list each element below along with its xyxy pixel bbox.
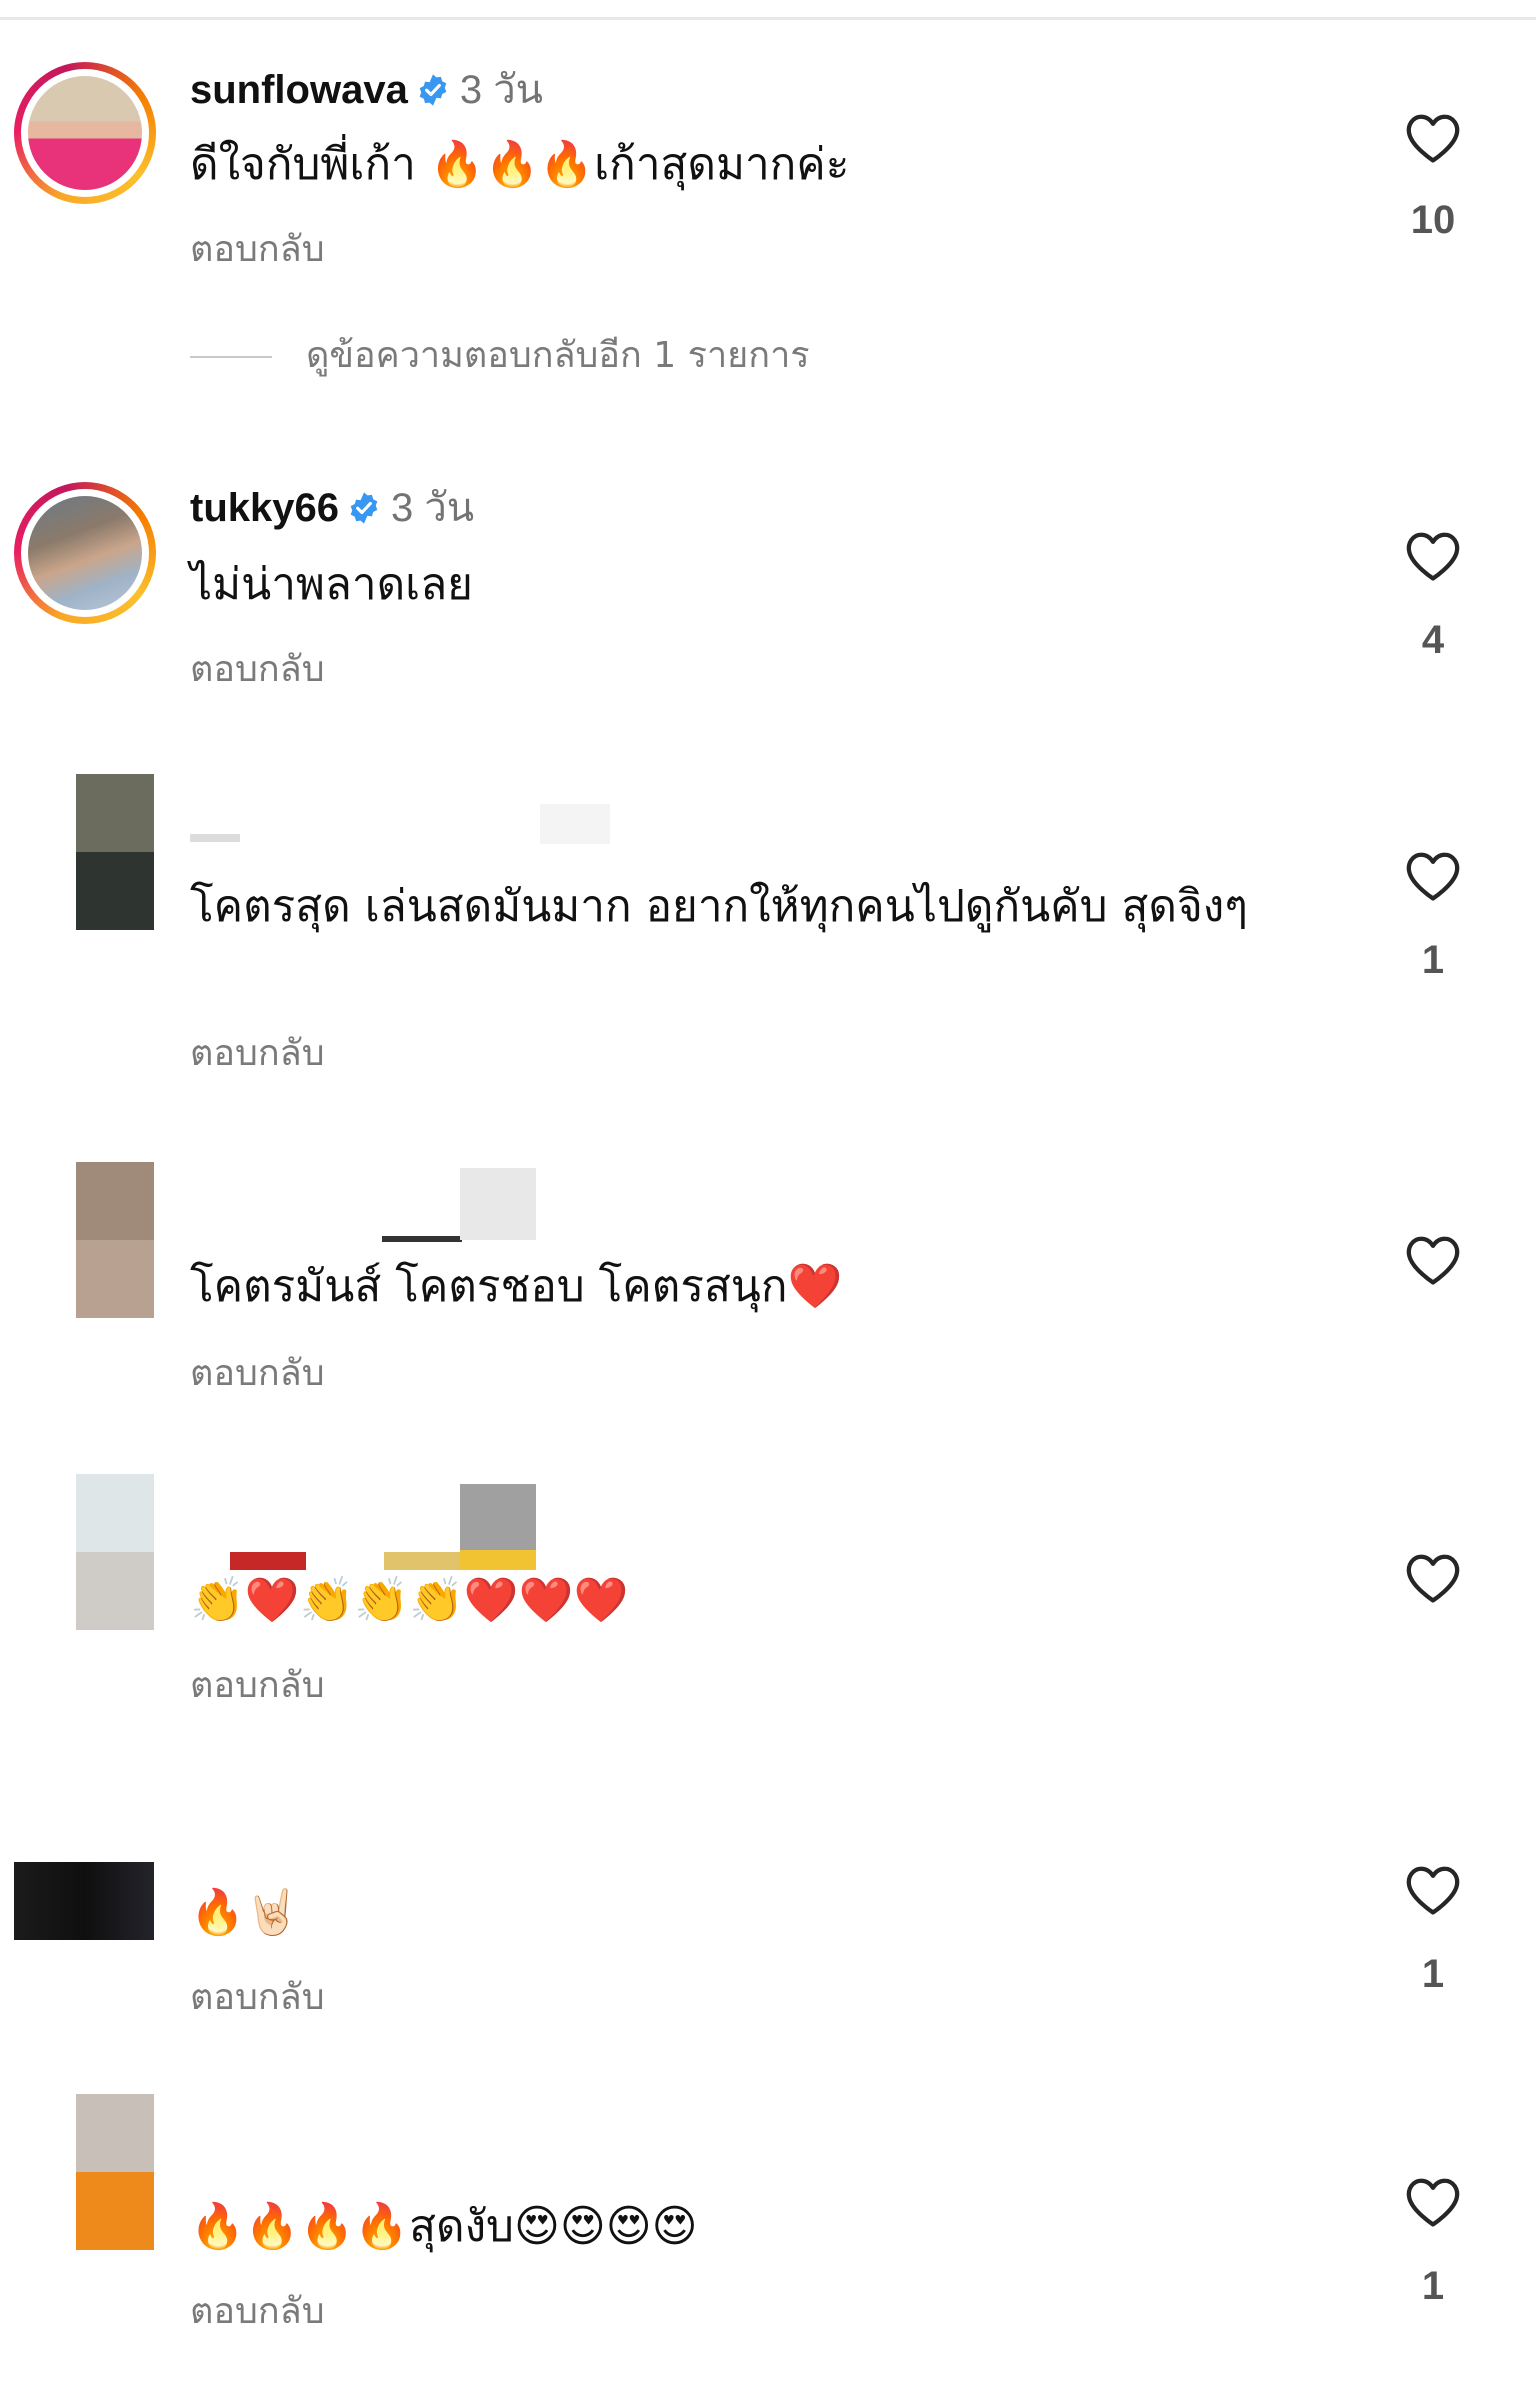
comment-text: 👏❤️👏👏👏❤️❤️❤️ xyxy=(190,1575,629,1626)
redacted-handle xyxy=(190,834,240,842)
reply-button[interactable]: ตอบกลับ xyxy=(190,1976,325,2020)
redacted-handle xyxy=(460,1550,536,1570)
comment-age: 3 วัน xyxy=(459,68,544,112)
reply-button[interactable]: ตอบกลับ xyxy=(190,228,325,272)
like-button[interactable] xyxy=(1398,112,1468,164)
avatar[interactable] xyxy=(14,1784,154,1940)
like-count: 4 xyxy=(1421,618,1445,662)
redacted-handle xyxy=(540,804,610,844)
redacted-handle xyxy=(460,1484,536,1550)
reply-button[interactable]: ตอบกลับ xyxy=(190,1664,325,1708)
like-button[interactable] xyxy=(1398,1234,1468,1286)
like-button[interactable] xyxy=(1398,2176,1468,2228)
top-divider xyxy=(0,17,1536,20)
comment-text: โคตรสุด เล่นสดมันมาก อยากให้ทุกคนไปดูกัน… xyxy=(190,881,1248,932)
comment-text: ไม่น่าพลาดเลย xyxy=(190,559,473,610)
verified-badge-icon xyxy=(419,74,447,106)
redacted-handle xyxy=(460,1168,536,1240)
heart-outline-icon xyxy=(1406,2178,1460,2227)
heart-outline-icon xyxy=(1406,114,1460,163)
comment-text: 🔥🔥🔥🔥สุดงับ😍😍😍😍 xyxy=(190,2201,698,2252)
like-button[interactable] xyxy=(1398,1552,1468,1604)
avatar[interactable] xyxy=(76,1162,154,1318)
like-button[interactable] xyxy=(1398,850,1468,902)
verified-badge-icon xyxy=(350,492,378,524)
reply-button[interactable]: ตอบกลับ xyxy=(190,1352,325,1396)
comment-text: ดีใจกับพี่เก้า 🔥🔥🔥เก้าสุดมากค่ะ xyxy=(190,139,850,190)
like-count: 1 xyxy=(1421,1952,1445,1996)
view-replies-link[interactable]: ดูข้อความตอบกลับอีก 1 รายการ xyxy=(190,334,810,378)
heart-outline-icon xyxy=(1406,1236,1460,1285)
avatar[interactable] xyxy=(76,774,154,930)
reply-button[interactable]: ตอบกลับ xyxy=(190,2290,325,2334)
like-button[interactable] xyxy=(1398,530,1468,582)
redacted-handle xyxy=(382,1236,462,1242)
view-replies-label[interactable]: ดูข้อความตอบกลับอีก 1 รายการ xyxy=(306,335,810,376)
avatar[interactable] xyxy=(14,482,156,624)
reply-button[interactable]: ตอบกลับ xyxy=(190,1032,325,1076)
heart-outline-icon xyxy=(1406,532,1460,581)
replies-divider xyxy=(190,356,272,358)
comment-text: โคตรมันส์ โคตรชอบ โคตรสนุก❤️ xyxy=(190,1261,843,1312)
like-count: 10 xyxy=(1410,198,1456,242)
like-button[interactable] xyxy=(1398,1864,1468,1916)
comment-text: 🔥🤘🏻 xyxy=(190,1887,300,1938)
avatar[interactable] xyxy=(14,62,156,204)
reply-button[interactable]: ตอบกลับ xyxy=(190,648,325,692)
avatar[interactable] xyxy=(76,1474,154,1630)
heart-outline-icon xyxy=(1406,852,1460,901)
author-handle[interactable]: sunflowava xyxy=(190,68,408,112)
like-count: 1 xyxy=(1421,2264,1445,2308)
comment-author[interactable]: tukky66 3 วัน xyxy=(190,484,474,532)
heart-outline-icon xyxy=(1406,1866,1460,1915)
comment-age: 3 วัน xyxy=(390,486,475,530)
heart-outline-icon xyxy=(1406,1554,1460,1603)
avatar[interactable] xyxy=(76,2094,154,2250)
author-handle[interactable]: tukky66 xyxy=(190,486,339,530)
like-count: 1 xyxy=(1421,938,1445,982)
comment-author[interactable]: sunflowava 3 วัน xyxy=(190,66,543,114)
